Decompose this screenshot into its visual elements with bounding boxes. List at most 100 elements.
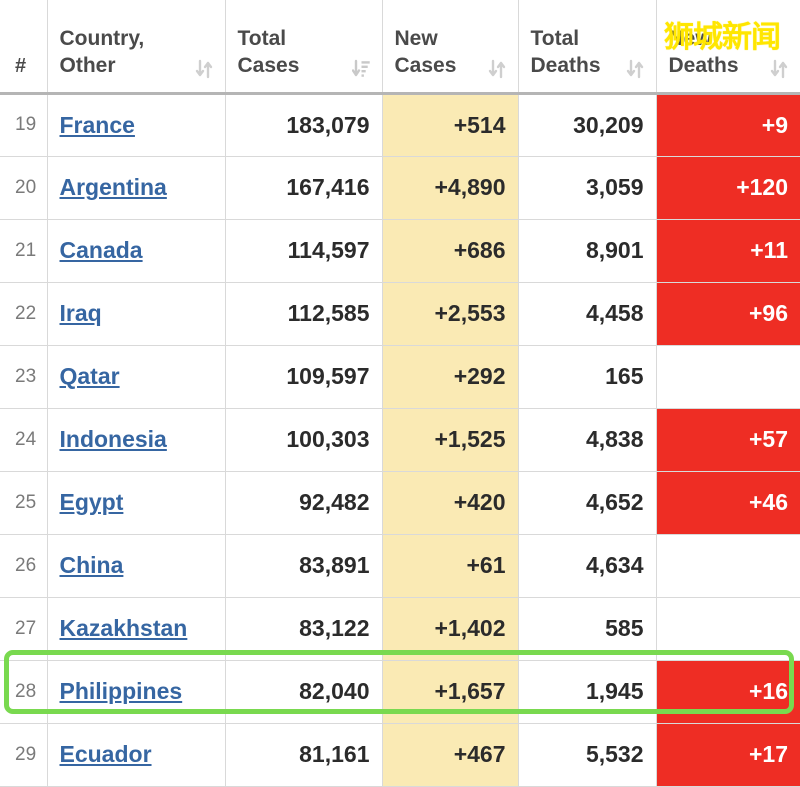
cell-new-cases: +61 [382, 534, 518, 597]
cell-new-deaths [656, 597, 800, 660]
country-link[interactable]: Canada [60, 237, 143, 263]
cell-total-deaths: 4,838 [518, 408, 656, 471]
cell-new-cases: +686 [382, 219, 518, 282]
header-row: # Country, Other [0, 0, 800, 93]
sort-both-icon[interactable] [488, 58, 506, 80]
cell-new-cases: +4,890 [382, 156, 518, 219]
covid-country-table: # Country, Other [0, 0, 800, 787]
country-link[interactable]: Qatar [60, 363, 120, 389]
sort-both-icon[interactable] [770, 58, 788, 80]
table-row[interactable]: 29 Ecuador 81,161+4675,532+17 [0, 723, 800, 786]
cell-new-deaths [656, 345, 800, 408]
column-header-total-deaths[interactable]: Total Deaths [518, 0, 656, 93]
cell-rank: 22 [0, 282, 47, 345]
cell-new-cases: +1,657 [382, 660, 518, 723]
cell-total-cases: 114,597 [225, 219, 382, 282]
cell-rank: 28 [0, 660, 47, 723]
cell-total-deaths: 4,458 [518, 282, 656, 345]
country-link[interactable]: Argentina [60, 174, 167, 200]
table-row[interactable]: 23Qatar109,597+292165 [0, 345, 800, 408]
table-row[interactable]: 22Iraq112,585+2,5534,458+96 [0, 282, 800, 345]
table-body: 19France183,079+51430,209+920Argentina16… [0, 93, 800, 786]
table-header: # Country, Other [0, 0, 800, 93]
table-row[interactable]: 28 Philippines 82,040+1,6571,945+16 [0, 660, 800, 723]
cell-rank: 29 [0, 723, 47, 786]
table-row[interactable]: 24Indonesia100,303+1,5254,838+57 [0, 408, 800, 471]
sort-both-icon[interactable] [626, 58, 644, 80]
cell-rank: 23 [0, 345, 47, 408]
cell-total-deaths: 1,945 [518, 660, 656, 723]
column-header-country[interactable]: Country, Other [47, 0, 225, 93]
country-link[interactable]: Indonesia [60, 426, 167, 452]
table-row[interactable]: 25Egypt92,482+4204,652+46 [0, 471, 800, 534]
column-header-rank[interactable]: # [0, 0, 47, 93]
cell-country: Canada [47, 219, 225, 282]
country-link[interactable]: Iraq [60, 300, 102, 326]
covid-table-container: # Country, Other [0, 0, 800, 780]
cell-rank: 20 [0, 156, 47, 219]
cell-rank: 26 [0, 534, 47, 597]
cell-new-cases: +2,553 [382, 282, 518, 345]
cell-rank: 27 [0, 597, 47, 660]
country-link[interactable]: China [60, 552, 124, 578]
column-header-total-cases[interactable]: Total Cases [225, 0, 382, 93]
table-row[interactable]: 27 Kazakhstan 83,122+1,402585 [0, 597, 800, 660]
column-header-new-cases-label: New Cases [395, 26, 457, 80]
country-link[interactable]: Egypt [60, 489, 124, 515]
cell-new-cases: +514 [382, 93, 518, 156]
cell-total-cases: 183,079 [225, 93, 382, 156]
column-header-total-deaths-label: Total Deaths [531, 26, 601, 80]
cell-new-deaths [656, 534, 800, 597]
cell-total-deaths: 165 [518, 345, 656, 408]
cell-new-cases: +1,402 [382, 597, 518, 660]
cell-total-deaths: 585 [518, 597, 656, 660]
cell-new-deaths: +96 [656, 282, 800, 345]
cell-rank: 24 [0, 408, 47, 471]
cell-total-cases: 82,040 [225, 660, 382, 723]
column-header-total-cases-label: Total Cases [238, 26, 300, 80]
cell-total-deaths: 3,059 [518, 156, 656, 219]
cell-new-cases: +467 [382, 723, 518, 786]
cell-country: Egypt [47, 471, 225, 534]
cell-total-deaths: 30,209 [518, 93, 656, 156]
cell-total-deaths: 8,901 [518, 219, 656, 282]
cell-country: Qatar [47, 345, 225, 408]
sort-desc-amount-icon[interactable] [352, 58, 370, 80]
cell-country: Kazakhstan [47, 597, 225, 660]
column-header-rank-label: # [15, 54, 35, 80]
cell-country: Ecuador [47, 723, 225, 786]
cell-country: France [47, 93, 225, 156]
cell-rank: 19 [0, 93, 47, 156]
table-row[interactable]: 20Argentina167,416+4,8903,059+120 [0, 156, 800, 219]
country-link[interactable]: Kazakhstan [60, 615, 188, 641]
cell-total-cases: 83,891 [225, 534, 382, 597]
cell-new-deaths: +16 [656, 660, 800, 723]
cell-new-deaths: +57 [656, 408, 800, 471]
country-link[interactable]: Philippines [60, 678, 183, 704]
table-row[interactable]: 21 Canada 114,597+6868,901+11 [0, 219, 800, 282]
cell-new-deaths: +17 [656, 723, 800, 786]
country-link[interactable]: France [60, 112, 135, 138]
cell-country: Iraq [47, 282, 225, 345]
cell-total-cases: 92,482 [225, 471, 382, 534]
cell-new-deaths: +11 [656, 219, 800, 282]
cell-new-cases: +292 [382, 345, 518, 408]
cell-new-deaths: +120 [656, 156, 800, 219]
column-header-new-deaths[interactable]: New Deaths [656, 0, 800, 93]
column-header-new-cases[interactable]: New Cases [382, 0, 518, 93]
cell-rank: 21 [0, 219, 47, 282]
cell-total-deaths: 5,532 [518, 723, 656, 786]
cell-total-cases: 83,122 [225, 597, 382, 660]
country-link[interactable]: Ecuador [60, 741, 152, 767]
cell-country: Philippines [47, 660, 225, 723]
table-row[interactable]: 19France183,079+51430,209+9 [0, 93, 800, 156]
cell-country: China [47, 534, 225, 597]
cell-country: Indonesia [47, 408, 225, 471]
table-row[interactable]: 26China83,891+614,634 [0, 534, 800, 597]
cell-country: Argentina [47, 156, 225, 219]
cell-rank: 25 [0, 471, 47, 534]
cell-total-cases: 100,303 [225, 408, 382, 471]
cell-total-cases: 81,161 [225, 723, 382, 786]
sort-both-icon[interactable] [195, 58, 213, 80]
column-header-new-deaths-label: New Deaths [669, 26, 739, 80]
